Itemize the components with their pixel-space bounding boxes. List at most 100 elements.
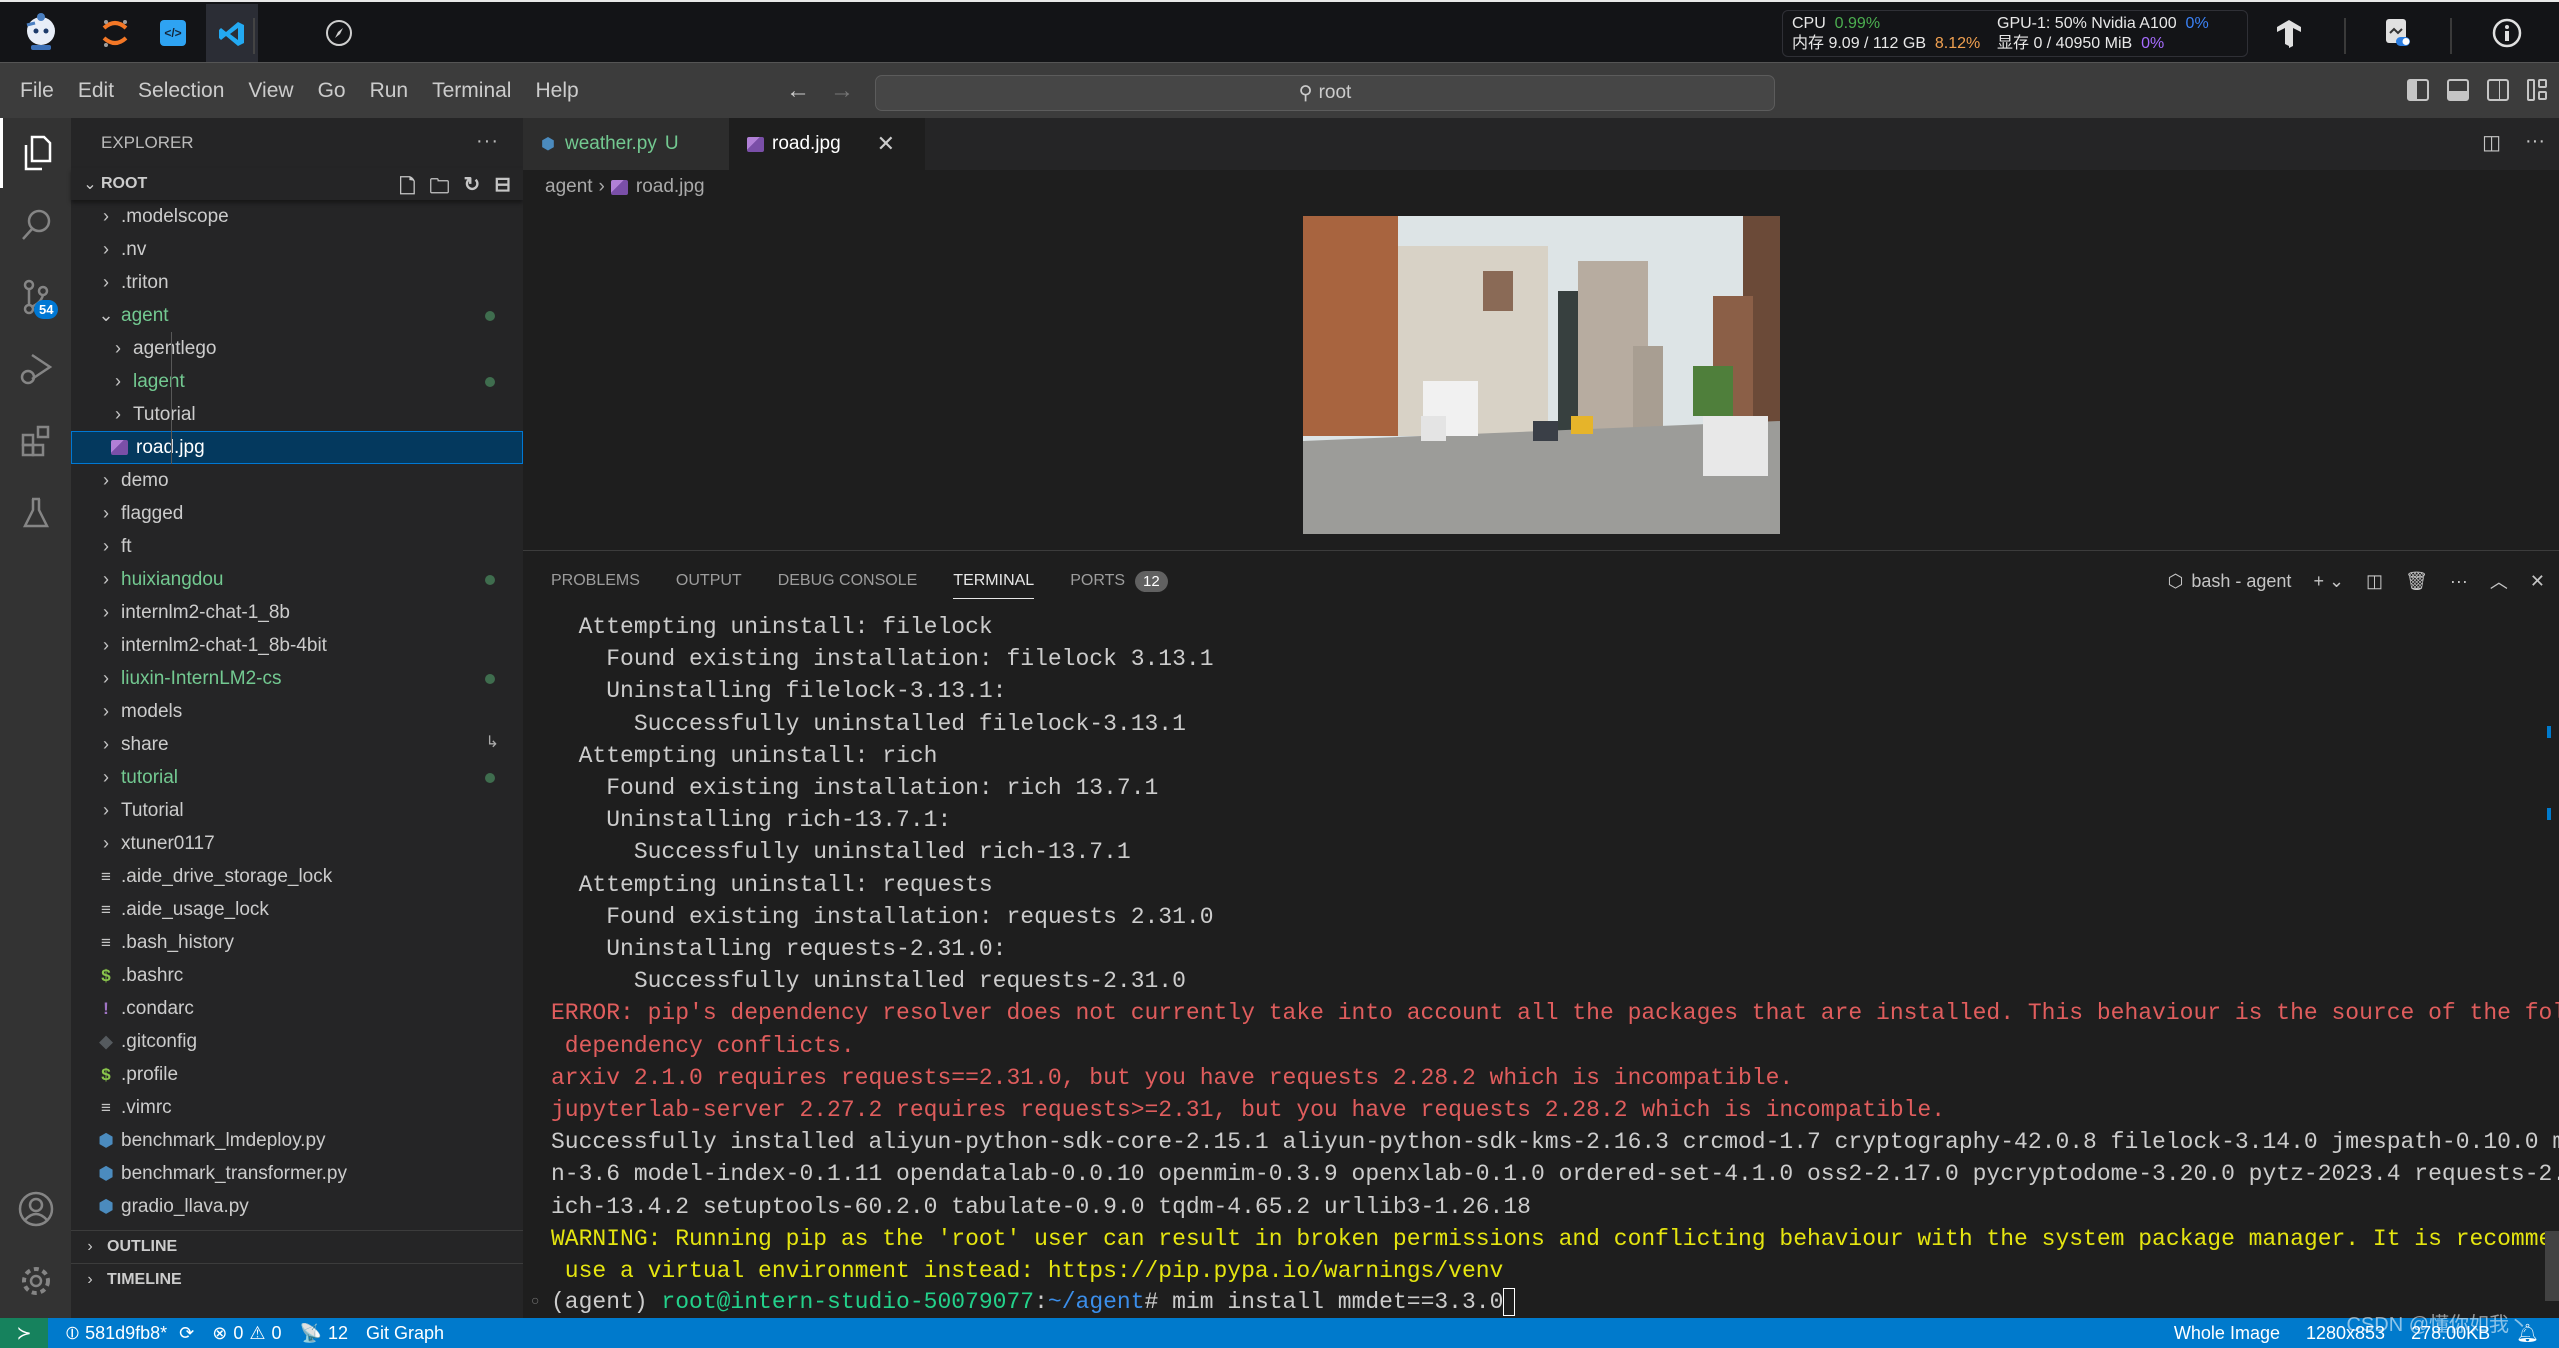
sync-icon[interactable]: ⟳ — [179, 1323, 194, 1344]
tree-item[interactable]: › ft — [71, 530, 523, 563]
manage-gear-icon[interactable] — [0, 1246, 71, 1316]
tree-item[interactable]: › demo — [71, 464, 523, 497]
compass-icon[interactable] — [316, 10, 362, 56]
split-terminal-icon[interactable]: ◫ — [2366, 571, 2383, 592]
tab-problems[interactable]: PROBLEMS — [551, 563, 640, 599]
new-terminal-icon[interactable]: + ⌄ — [2313, 571, 2344, 592]
tree-item[interactable]: $ .profile — [71, 1058, 523, 1091]
menu-view[interactable]: View — [236, 79, 305, 103]
vscode-app-icon[interactable] — [206, 4, 258, 64]
terminal-prompt-line[interactable]: (agent) root@intern-studio-50079077:~/ag… — [551, 1286, 2541, 1318]
toggle-panel-icon[interactable] — [2447, 79, 2469, 101]
menu-terminal[interactable]: Terminal — [420, 79, 523, 103]
terminal-selector[interactable]: ⬡ bash - agent — [2168, 571, 2292, 592]
intern-studio-logo-icon[interactable] — [18, 10, 64, 56]
command-decoration-icon[interactable]: ○ — [531, 1292, 539, 1308]
menu-selection[interactable]: Selection — [126, 79, 236, 103]
forwarded-ports[interactable]: 📡 12 — [300, 1323, 348, 1344]
terminal-output[interactable]: Attempting uninstall: filelock Found exi… — [551, 611, 2559, 1287]
tree-item[interactable]: › .triton — [71, 266, 523, 299]
tree-item[interactable]: › agentlego — [71, 332, 523, 365]
extensions-icon[interactable] — [0, 406, 71, 476]
more-actions-icon[interactable]: ··· — [2525, 130, 2545, 155]
menu-go[interactable]: Go — [306, 79, 358, 103]
close-tab-icon[interactable]: ✕ — [877, 131, 895, 157]
tree-item[interactable]: ≡ .aide_drive_storage_lock — [71, 860, 523, 893]
accounts-icon[interactable] — [0, 1174, 71, 1244]
timeline-section[interactable]: › TIMELINE — [71, 1263, 523, 1296]
breadcrumb-file[interactable]: road.jpg — [636, 176, 705, 198]
tree-item[interactable]: ⬢ benchmark_transformer.py — [71, 1157, 523, 1190]
breadcrumb-folder[interactable]: agent — [545, 176, 593, 198]
outline-section[interactable]: › OUTLINE — [71, 1230, 523, 1263]
customize-layout-icon[interactable] — [2527, 79, 2549, 101]
more-actions-icon[interactable]: ··· — [2450, 571, 2468, 592]
menu-run[interactable]: Run — [358, 79, 421, 103]
tree-item[interactable]: ≡ .vimrc — [71, 1091, 523, 1124]
search-icon[interactable] — [0, 190, 71, 260]
root-folder-header[interactable]: ⌄ ROOT 🗋 🗀 ↻ ⊟ — [71, 168, 523, 200]
problems-status[interactable]: ⊗ 0 ⚠ 0 — [212, 1323, 281, 1344]
tree-item[interactable]: › tutorial — [71, 761, 523, 794]
forward-arrow-icon[interactable]: → — [830, 77, 854, 104]
tree-item[interactable]: › models — [71, 695, 523, 728]
tab-ports[interactable]: PORTS 12 — [1070, 563, 1168, 599]
tree-item[interactable]: ⬢ gradio_llava.py — [71, 1190, 523, 1223]
navigation-arrows: ← → — [786, 77, 874, 105]
toggle-primary-sidebar-icon[interactable] — [2407, 79, 2429, 101]
menu-file[interactable]: File — [8, 79, 66, 103]
remote-indicator-icon[interactable]: ≻ — [0, 1318, 48, 1348]
image-zoom-mode[interactable]: Whole Image — [2174, 1323, 2280, 1344]
tree-item[interactable]: › liuxin-InternLM2-cs — [71, 662, 523, 695]
command-center-search[interactable]: ⚲ root — [875, 75, 1775, 111]
tree-item[interactable]: $ .bashrc — [71, 959, 523, 992]
run-debug-icon[interactable] — [0, 334, 71, 404]
tab-weather-py[interactable]: ⬢ weather.py U — [523, 118, 729, 170]
tree-item[interactable]: › internlm2-chat-1_8b-4bit — [71, 629, 523, 662]
tree-item[interactable]: ! .condarc — [71, 992, 523, 1025]
tree-item[interactable]: ⬢ benchmark_lmdeploy.py — [71, 1124, 523, 1157]
tree-item[interactable]: › .nv — [71, 233, 523, 266]
toggle-secondary-sidebar-icon[interactable] — [2487, 79, 2509, 101]
tab-road-jpg[interactable]: road.jpg ✕ — [729, 118, 925, 170]
tree-item[interactable]: › huixiangdou — [71, 563, 523, 596]
source-control-icon[interactable]: 54 — [0, 262, 71, 332]
tree-item[interactable]: › share ↳ — [71, 728, 523, 761]
split-editor-icon[interactable]: ◫ — [2482, 130, 2501, 155]
back-arrow-icon[interactable]: ← — [786, 77, 810, 104]
tree-item[interactable]: › Tutorial — [71, 398, 523, 431]
tree-item[interactable]: road.jpg — [71, 431, 523, 464]
code-editor-icon[interactable]: </> — [150, 10, 196, 56]
tree-item[interactable]: › internlm2-chat-1_8b — [71, 596, 523, 629]
menu-help[interactable]: Help — [523, 79, 590, 103]
monitor-toggle-icon[interactable] — [2380, 16, 2414, 50]
tree-item-label: .triton — [121, 271, 169, 293]
tensorflow-icon[interactable] — [2272, 16, 2306, 50]
tree-item[interactable]: › flagged — [71, 497, 523, 530]
kill-terminal-trash-icon[interactable]: 🗑 — [2405, 571, 2428, 592]
tree-item[interactable]: ⬢ pipeline_kv.py — [71, 1223, 523, 1231]
tree-item[interactable]: › xtuner0117 — [71, 827, 523, 860]
tab-terminal[interactable]: TERMINAL — [953, 563, 1035, 599]
tree-item[interactable]: › .modelscope — [71, 200, 523, 233]
tree-item[interactable]: ≡ .aide_usage_lock — [71, 893, 523, 926]
maximize-panel-chevron-up-icon[interactable]: ︿ — [2490, 568, 2508, 594]
close-panel-icon[interactable]: ✕ — [2530, 571, 2545, 592]
testing-flask-icon[interactable] — [0, 478, 71, 548]
git-graph-button[interactable]: Git Graph — [366, 1323, 444, 1344]
road-photo[interactable] — [1303, 216, 1780, 534]
explorer-icon[interactable] — [0, 118, 71, 188]
tree-item[interactable]: › Tutorial — [71, 794, 523, 827]
git-branch[interactable]: ⦶ 581d9fb8* ⟳ — [66, 1323, 194, 1344]
tree-item[interactable]: ≡ .bash_history — [71, 926, 523, 959]
jupyter-icon[interactable] — [92, 10, 138, 56]
tab-debug-console[interactable]: DEBUG CONSOLE — [778, 563, 918, 599]
terminal-scrollbar[interactable] — [2545, 1231, 2559, 1301]
tab-output[interactable]: OUTPUT — [676, 563, 742, 599]
info-icon[interactable] — [2490, 16, 2524, 50]
tree-item[interactable]: › lagent — [71, 365, 523, 398]
tree-item[interactable]: ◆ .gitconfig — [71, 1025, 523, 1058]
menu-edit[interactable]: Edit — [66, 79, 126, 103]
tree-item[interactable]: ⌄ agent — [71, 299, 523, 332]
more-actions-icon[interactable]: ··· — [476, 130, 499, 153]
